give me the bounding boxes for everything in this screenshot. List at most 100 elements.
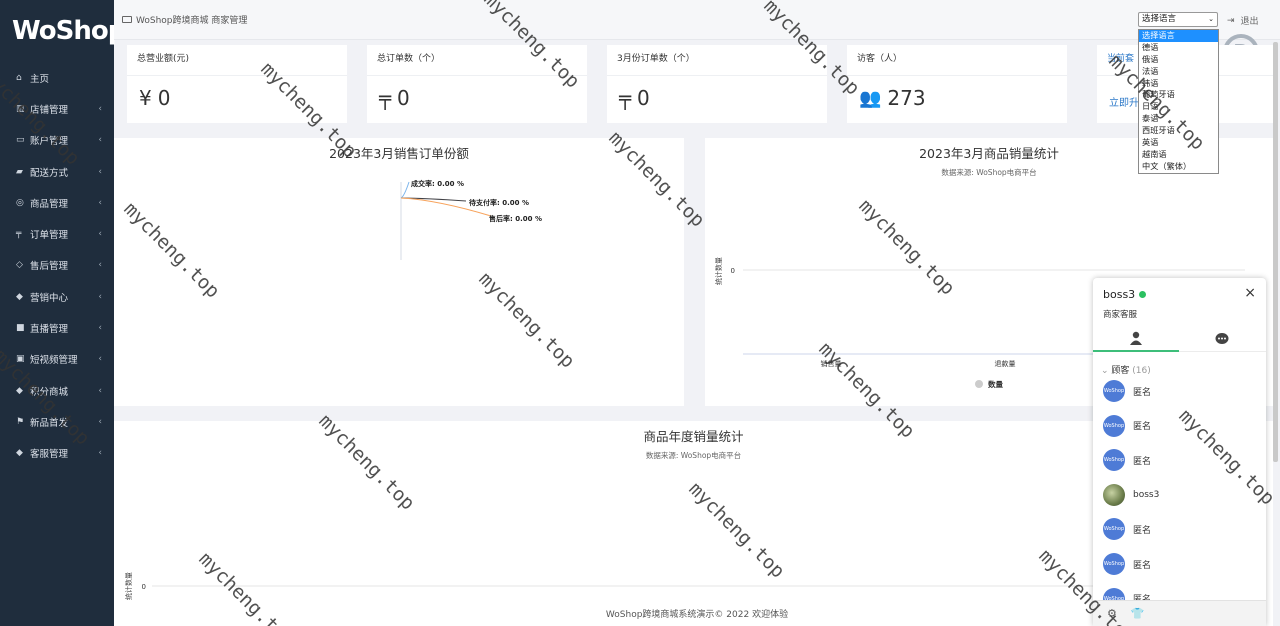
chat-user: boss3 (1103, 288, 1147, 301)
contact-item[interactable]: WoShop 匿名 (1103, 414, 1253, 438)
stat-card-orders: 总订单数（个） ╤ 0 (367, 45, 587, 123)
skin-icon[interactable]: 👕 (1131, 607, 1145, 620)
stat-value: 0 (397, 86, 410, 110)
logout-icon: ⇥ (1227, 15, 1235, 26)
language-option[interactable]: 英语 (1139, 137, 1218, 149)
sidebar-item-9[interactable]: ▣ 短视频管理 ‹ (0, 344, 114, 375)
language-option[interactable]: 德语 (1139, 42, 1218, 54)
sidebar-item-6[interactable]: ◇ 售后管理 ‹ (0, 250, 114, 281)
contact-item[interactable]: WoShop 匿名 (1103, 552, 1253, 576)
settings-icon[interactable]: ⚙ (1107, 607, 1117, 620)
logout-button[interactable]: ⇥ 退出 (1227, 14, 1259, 28)
y-tick-label: 0 (142, 583, 146, 591)
language-option[interactable]: 越南语 (1139, 149, 1218, 161)
flag-icon: ⚑ (16, 416, 25, 427)
stat-value: 273 (887, 86, 926, 110)
language-option[interactable]: 韩语 (1139, 78, 1218, 90)
sidebar-item-label: 短视频管理 (30, 355, 78, 367)
avatar: WoShop (1103, 553, 1125, 575)
language-option[interactable]: 泰语 (1139, 113, 1218, 125)
sidebar-item-1[interactable]: ▥ 店铺管理 ‹ (0, 93, 114, 124)
sidebar-item-8[interactable]: ■ 直播管理 ‹ (0, 312, 114, 343)
close-icon[interactable]: × (1244, 285, 1256, 301)
avatar (1103, 483, 1125, 506)
card-icon: ▭ (16, 135, 25, 146)
sidebar-item-label: 售后管理 (30, 261, 69, 273)
y-axis-label: 统计数量 (124, 572, 133, 600)
sidebar-item-11[interactable]: ⚑ 新品首发 ‹ (0, 406, 114, 437)
online-status-icon (1139, 291, 1147, 298)
chevron-left-icon: ‹ (98, 166, 102, 177)
bank-icon: ▥ (16, 103, 25, 114)
legend-marker (975, 380, 983, 388)
sidebar-item-7[interactable]: ◆ 营销中心 ‹ (0, 281, 114, 312)
sidebar-item-0[interactable]: ⌂ 主页 (0, 62, 114, 93)
contact-name: boss3 (1133, 489, 1160, 500)
group-count: (16) (1132, 366, 1151, 376)
sidebar-item-label: 直播管理 (30, 324, 69, 336)
yen-icon: ¥ (139, 86, 152, 110)
sidebar-item-2[interactable]: ▭ 账户管理 ‹ (0, 125, 114, 156)
contact-name: 匿名 (1133, 456, 1152, 467)
logout-label: 退出 (1240, 17, 1259, 27)
chat-user-name: boss3 (1103, 288, 1136, 301)
chevron-left-icon: ‹ (98, 260, 102, 271)
topbar: WoShop跨境商城 商家管理 选择语言 ⌄ ⇥ 退出 (114, 0, 1280, 40)
pie-chart-panel: 2023年3月销售订单份额 成交率: 0.00 % 待支付率: 0.00 % 售后率… (114, 138, 684, 406)
sidebar-item-label: 账户管理 (30, 136, 69, 148)
chevron-left-icon: ‹ (98, 354, 102, 365)
language-option[interactable]: 中文（繁体） (1139, 161, 1218, 173)
chevron-left-icon: ‹ (98, 291, 102, 302)
stat-card-revenue: 总营业额(元) ¥0 (127, 45, 347, 123)
chevron-left-icon: ‹ (98, 385, 102, 396)
scrollbar[interactable] (1273, 42, 1278, 462)
avatar: WoShop (1103, 380, 1125, 402)
language-option[interactable]: 俄语 (1139, 54, 1218, 66)
sidebar-item-12[interactable]: ◆ 客服管理 ‹ (0, 438, 114, 469)
contact-item[interactable]: WoShop 匿名 (1103, 379, 1253, 403)
chat-footer: ⚙ 👕 (1093, 600, 1266, 626)
play-icon: ▣ (16, 354, 25, 365)
y-tick-label: 0 (731, 267, 735, 275)
stat-title: 3月份订单数（个） (607, 45, 827, 76)
language-option[interactable]: 西班牙语 (1139, 125, 1218, 137)
tag-icon: ◆ (16, 291, 23, 302)
sidebar-item-label: 新品首发 (30, 417, 69, 429)
signpost-icon: ╤ (379, 86, 392, 110)
sidebar-item-label: 商品管理 (30, 198, 69, 210)
contact-name: 匿名 (1133, 525, 1152, 536)
sidebar-item-3[interactable]: ▰ 配送方式 ‹ (0, 156, 114, 187)
sidebar-item-label: 配送方式 (30, 167, 69, 179)
sidebar-item-label: 主页 (30, 73, 50, 85)
tab-messages[interactable] (1179, 326, 1265, 352)
language-option[interactable]: 日语 (1139, 101, 1218, 113)
upgrade-link[interactable]: 立即升 (1109, 94, 1139, 109)
language-option[interactable]: 葡萄牙语 (1139, 89, 1218, 101)
legend-label: 数量 (988, 379, 1003, 389)
contact-item[interactable]: WoShop 匿名 (1103, 517, 1253, 541)
avatar: WoShop (1103, 518, 1125, 541)
chat-window: boss3 × 商家客服 ⌄ 顾客 (16) WoShop 匿名 WoShop 匿名 W… (1093, 278, 1266, 626)
sidebar-item-5[interactable]: ╤ 订单管理 ‹ (0, 218, 114, 249)
contact-item[interactable]: boss3 (1103, 483, 1253, 507)
contact-group[interactable]: ⌄ 顾客 (16) (1101, 363, 1151, 376)
sidebar-item-10[interactable]: ◆ 积分商城 ‹ (0, 375, 114, 406)
avatar: WoShop (1103, 414, 1125, 437)
chevron-left-icon: ‹ (98, 229, 102, 240)
contact-name: 匿名 (1133, 560, 1152, 571)
logo[interactable]: WoShop 商城 (0, 0, 129, 62)
tab-contacts[interactable] (1093, 326, 1179, 352)
chat-user-role: 商家客服 (1103, 310, 1138, 320)
chevron-left-icon: ‹ (98, 323, 102, 334)
language-option[interactable]: 选择语言 (1139, 30, 1218, 42)
chevron-down-icon: ⌄ (1101, 366, 1112, 376)
sidebar-item-label: 店铺管理 (30, 104, 69, 116)
language-select[interactable]: 选择语言 ⌄ (1138, 12, 1218, 27)
sidebar-item-4[interactable]: ◎ 商品管理 ‹ (0, 187, 114, 218)
language-option[interactable]: 法语 (1139, 66, 1218, 78)
stat-title: 总订单数（个） (367, 45, 587, 76)
sidebar-item-label: 客服管理 (30, 449, 69, 461)
contact-item[interactable]: WoShop 匿名 (1103, 448, 1253, 472)
diamond-icon: ◇ (16, 260, 23, 271)
language-dropdown[interactable]: 选择语言 德语 俄语 法语 韩语 葡萄牙语 日语 泰语 西班牙语 英语 越南语 中文（繁体） (1138, 29, 1219, 174)
